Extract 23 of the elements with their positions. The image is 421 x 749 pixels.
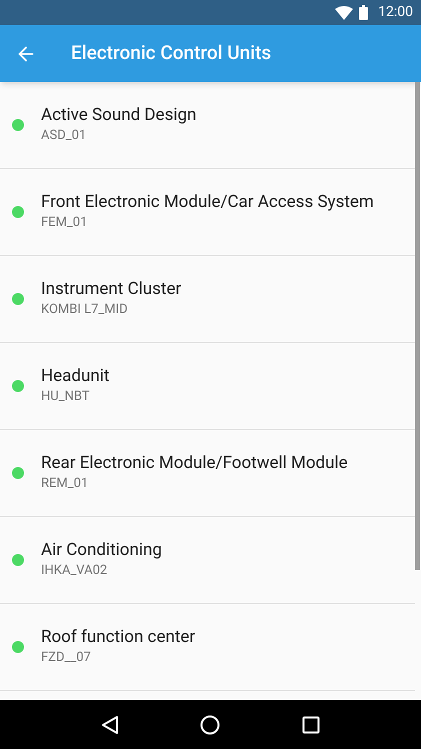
unit-name: Front Electronic Module/Car Access System bbox=[41, 191, 374, 213]
unit-name: Instrument Cluster bbox=[41, 278, 182, 300]
unit-code: ASD_01 bbox=[41, 127, 88, 145]
recents-icon[interactable] bbox=[302, 716, 320, 734]
battery-icon bbox=[359, 5, 368, 20]
unit-name: Active Sound Design bbox=[41, 104, 196, 126]
back-icon[interactable] bbox=[100, 714, 119, 734]
unit-code: FEM_01 bbox=[41, 214, 88, 232]
unit-code: HU_NBT bbox=[41, 388, 91, 406]
ecu-list-item[interactable]: Air Conditioning IHKA_VA02 bbox=[0, 517, 415, 604]
unit-code: KOMBI L7_MID bbox=[41, 301, 129, 319]
unit-code: IHKA_VA02 bbox=[41, 562, 108, 580]
unit-name: Roof function center bbox=[41, 626, 196, 648]
ecu-list-item[interactable]: Roof function center FZD__07 bbox=[0, 604, 415, 691]
unit-code: FZD__07 bbox=[41, 649, 92, 667]
unit-name: Rear Electronic Module/Footwell Module bbox=[41, 452, 348, 474]
status-time: 12:00 bbox=[378, 3, 413, 22]
wifi-icon bbox=[335, 6, 354, 20]
unit-name: Headunit bbox=[41, 365, 110, 387]
unit-code: REM_01 bbox=[41, 475, 90, 493]
home-icon[interactable] bbox=[200, 714, 220, 734]
unit-name: Air Conditioning bbox=[41, 539, 162, 561]
screen-title: Electronic Control Units bbox=[71, 40, 272, 66]
